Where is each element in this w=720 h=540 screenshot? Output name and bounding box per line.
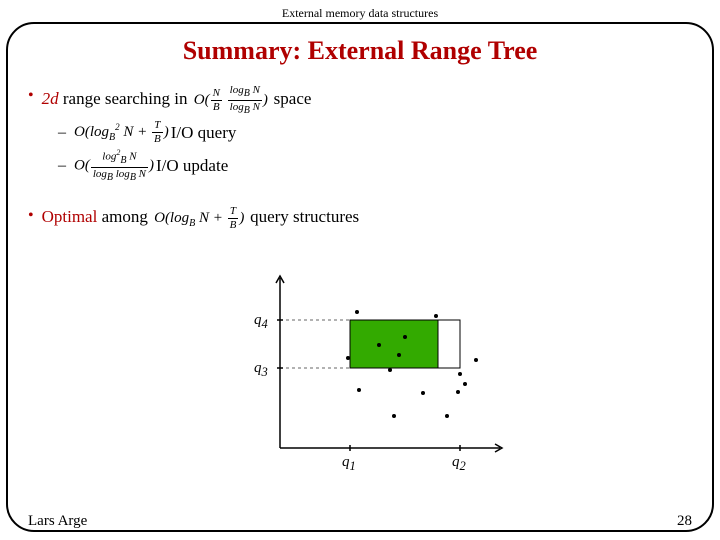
bullet-1-term: 2d <box>42 89 59 108</box>
b1-fpre: O( <box>194 92 210 108</box>
s2-close: ) <box>149 158 154 174</box>
sub-2-formula: O(log2B NlogB logB N) <box>72 149 156 183</box>
s1-subb: B <box>109 132 115 143</box>
sub-1-formula: O(logB2 N + TB) <box>72 120 171 145</box>
sub-2-tail: I/O update <box>156 154 228 178</box>
course-header: External memory data structures <box>0 6 720 21</box>
label-q2: q2 <box>452 454 466 474</box>
bullet-2: • Optimal among O(logB N + TB) query str… <box>28 205 688 231</box>
bullet-2-text: Optimal among O(logB N + TB) query struc… <box>42 205 360 231</box>
bullet-1-text: 2d range searching in O(NB logB NlogB N)… <box>42 85 312 116</box>
s1-close: ) <box>164 124 169 140</box>
bullet-2-mid: among <box>97 207 152 226</box>
bullet-1-formula: O(NB logB NlogB N) <box>192 92 274 108</box>
slide-title: Summary: External Range Tree <box>0 36 720 66</box>
bullet-1-tail: space <box>274 89 312 108</box>
sub-1: – O(logB2 N + TB) I/O query <box>58 120 688 145</box>
b1-fclose: ) <box>263 92 268 108</box>
bullet-2-tail: query structures <box>250 207 359 226</box>
label-q1: q1 <box>342 454 356 474</box>
bullet-1-after: range searching in <box>59 89 192 108</box>
bullet-1: • 2d range searching in O(NB logB NlogB … <box>28 85 688 116</box>
content-area: • 2d range searching in O(NB logB NlogB … <box>28 85 688 233</box>
sub-1-tail: I/O query <box>171 121 237 145</box>
bullet-dot-icon: • <box>28 205 34 227</box>
bullet-dot-icon: • <box>28 85 34 107</box>
bullet-2-term: Optimal <box>42 207 98 226</box>
range-diagram: q4 q3 q1 q2 <box>220 268 520 478</box>
s2-pre: O( <box>74 158 90 174</box>
footer-page: 28 <box>677 513 692 530</box>
dash-icon: – <box>58 122 66 144</box>
bullet-2-formula: O(logB N + TB) <box>152 210 250 226</box>
footer-author: Lars Arge <box>28 513 87 530</box>
label-q3: q3 <box>254 360 268 380</box>
s1-mid: N + <box>120 124 151 140</box>
s1-pre: O(log <box>74 124 109 140</box>
label-q4: q4 <box>254 312 268 332</box>
sub-2: – O(log2B NlogB logB N) I/O update <box>58 149 688 183</box>
dash-icon: – <box>58 155 66 177</box>
